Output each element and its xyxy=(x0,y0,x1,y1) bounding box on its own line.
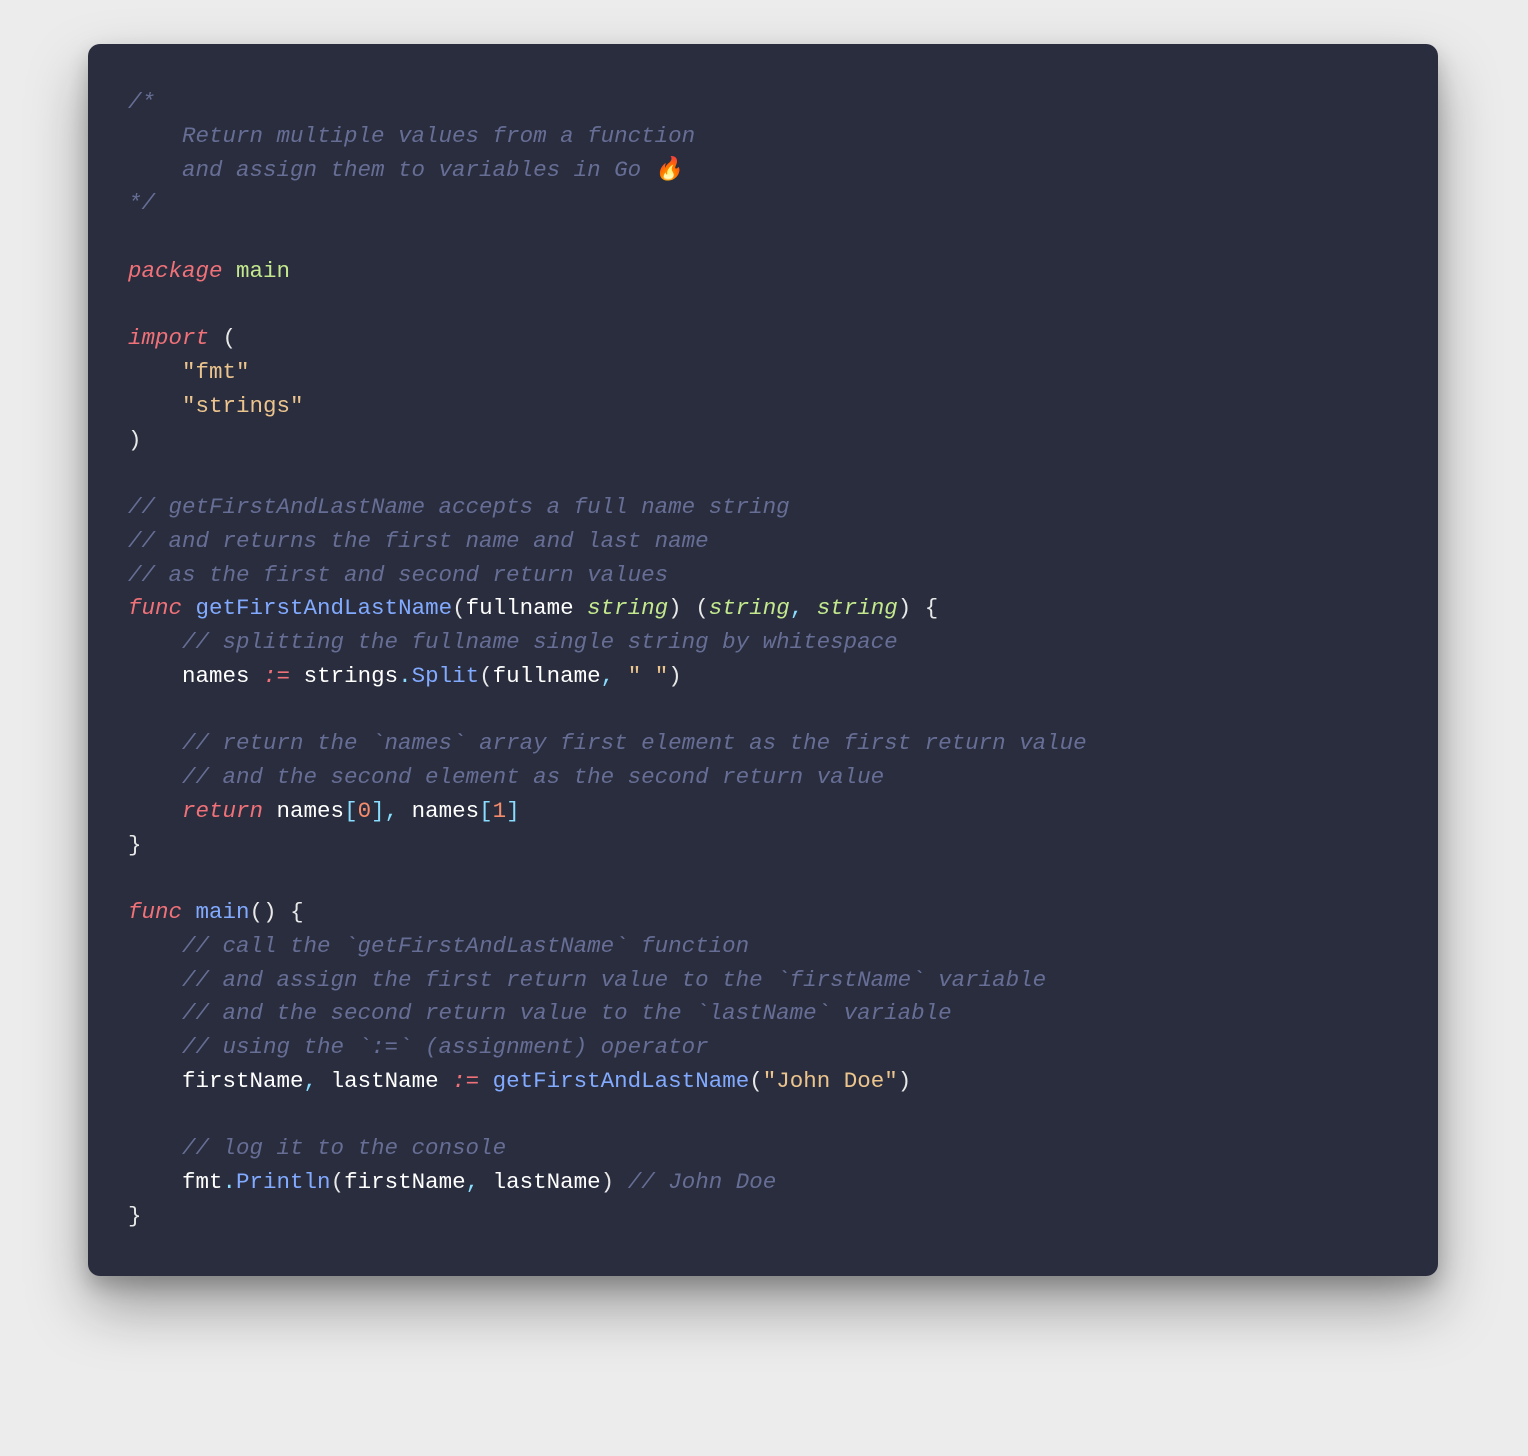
comma: , xyxy=(790,595,804,621)
paren-close: ) xyxy=(128,427,142,453)
op-assign: := xyxy=(263,663,290,689)
paren-close: ) xyxy=(898,1068,912,1094)
brace-close: } xyxy=(128,832,142,858)
paren-open: ( xyxy=(223,325,237,351)
bracket-open: [ xyxy=(344,798,358,824)
identifier-firstname: firstName xyxy=(182,1068,304,1094)
type-string: string xyxy=(817,595,898,621)
arg-fullname: fullname xyxy=(493,663,601,689)
arg-firstname: firstName xyxy=(344,1169,466,1195)
comma: , xyxy=(304,1068,318,1094)
paren-open: ( xyxy=(479,663,493,689)
dot: . xyxy=(223,1169,237,1195)
number-0: 0 xyxy=(358,798,372,824)
code-comment: // return the `names` array first elemen… xyxy=(182,730,1087,756)
code-comment: // splitting the fullname single string … xyxy=(182,629,898,655)
paren-close: ) xyxy=(263,899,277,925)
dot: . xyxy=(398,663,412,689)
code-comment: /* xyxy=(128,89,155,115)
code-comment: // and assign the first return value to … xyxy=(182,967,1046,993)
op-assign: := xyxy=(452,1068,479,1094)
number-1: 1 xyxy=(493,798,507,824)
string-space: " " xyxy=(628,663,669,689)
paren-close: ) xyxy=(668,595,682,621)
paren-open: ( xyxy=(331,1169,345,1195)
keyword-import: import xyxy=(128,325,209,351)
code-card: /* Return multiple values from a functio… xyxy=(88,44,1438,1276)
method-println: Println xyxy=(236,1169,331,1195)
code-block: /* Return multiple values from a functio… xyxy=(128,86,1398,1234)
code-comment: Return multiple values from a function xyxy=(128,123,695,149)
code-comment: // call the `getFirstAndLastName` functi… xyxy=(182,933,749,959)
method-split: Split xyxy=(412,663,480,689)
brace-close: } xyxy=(128,1203,142,1229)
type-string: string xyxy=(587,595,668,621)
keyword-return: return xyxy=(182,798,263,824)
keyword-package: package xyxy=(128,258,223,284)
identifier-names: names xyxy=(277,798,345,824)
comma: , xyxy=(385,798,399,824)
code-comment: */ xyxy=(128,190,155,216)
identifier-strings: strings xyxy=(304,663,399,689)
code-comment: // John Doe xyxy=(628,1169,777,1195)
comma: , xyxy=(466,1169,480,1195)
paren-close: ) xyxy=(898,595,912,621)
bracket-close: ] xyxy=(371,798,385,824)
code-comment: // and the second element as the second … xyxy=(182,764,884,790)
keyword-func: func xyxy=(128,595,182,621)
identifier-fmt: fmt xyxy=(182,1169,223,1195)
func-main: main xyxy=(196,899,250,925)
bracket-open: [ xyxy=(479,798,493,824)
code-comment: // and the second return value to the `l… xyxy=(182,1000,952,1026)
brace-open: { xyxy=(290,899,304,925)
paren-open: ( xyxy=(695,595,709,621)
func-name: getFirstAndLastName xyxy=(196,595,453,621)
bracket-close: ] xyxy=(506,798,520,824)
paren-open: ( xyxy=(452,595,466,621)
comma: , xyxy=(601,663,615,689)
code-comment: and assign them to variables in Go 🔥 xyxy=(128,157,683,183)
code-comment: // using the `:=` (assignment) operator xyxy=(182,1034,709,1060)
code-comment: // as the first and second return values xyxy=(128,562,668,588)
paren-close: ) xyxy=(601,1169,615,1195)
brace-open: { xyxy=(925,595,939,621)
string-johndoe: "John Doe" xyxy=(763,1068,898,1094)
page-background: /* Return multiple values from a functio… xyxy=(0,0,1528,1456)
func-call: getFirstAndLastName xyxy=(493,1068,750,1094)
identifier-lastname: lastName xyxy=(331,1068,439,1094)
identifier-names: names xyxy=(182,663,250,689)
keyword-func: func xyxy=(128,899,182,925)
identifier-main: main xyxy=(236,258,290,284)
code-comment: // and returns the first name and last n… xyxy=(128,528,709,554)
paren-close: ) xyxy=(668,663,682,689)
import-strings: "strings" xyxy=(182,393,304,419)
paren-open: ( xyxy=(749,1068,763,1094)
code-comment: // getFirstAndLastName accepts a full na… xyxy=(128,494,790,520)
code-comment: // log it to the console xyxy=(182,1135,506,1161)
paren-open: ( xyxy=(250,899,264,925)
param-fullname: fullname xyxy=(466,595,574,621)
arg-lastname: lastName xyxy=(493,1169,601,1195)
import-fmt: "fmt" xyxy=(182,359,250,385)
type-string: string xyxy=(709,595,790,621)
identifier-names: names xyxy=(412,798,480,824)
